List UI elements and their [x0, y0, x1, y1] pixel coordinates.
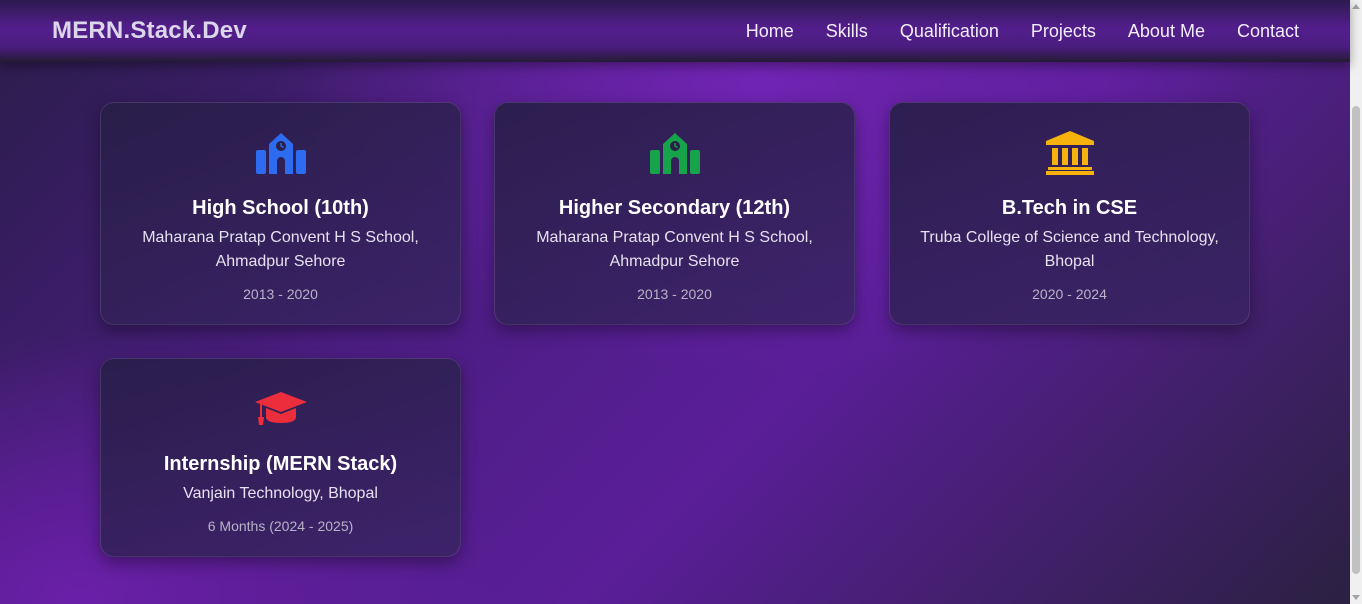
nav-link-qualification[interactable]: Qualification [900, 21, 999, 42]
page-scrollbar[interactable] [1350, 0, 1362, 604]
qualification-title: B.Tech in CSE [1001, 197, 1138, 219]
qualification-institution: Truba College of Science and Technology,… [920, 229, 1219, 270]
qualification-institution: Maharana Pratap Convent H S School, Ahma… [142, 229, 419, 270]
qualification-institution: Vanjain Technology, Bhopal [183, 485, 378, 502]
nav-links: Home Skills Qualification Projects About… [746, 21, 1299, 42]
qualification-card-btech: B.Tech in CSE Truba College of Science a… [889, 102, 1250, 325]
scroll-up-arrow-icon[interactable] [1352, 4, 1360, 9]
qualification-years: 2013 - 2020 [243, 286, 318, 302]
qualification-institution: Maharana Pratap Convent H S School, Ahma… [536, 229, 813, 270]
qualification-card-internship: Internship (MERN Stack) Vanjain Technolo… [100, 358, 461, 557]
qualification-title: Internship (MERN Stack) [163, 453, 398, 475]
nav-link-contact[interactable]: Contact [1237, 21, 1299, 42]
qualification-title: High School (10th) [192, 197, 369, 219]
university-icon [890, 131, 1249, 175]
graduation-cap-icon [101, 387, 460, 431]
school-icon [495, 131, 854, 175]
qualification-card-high-school: High School (10th) Maharana Pratap Conve… [100, 102, 461, 325]
qualification-years: 2013 - 2020 [637, 286, 712, 302]
nav-link-skills[interactable]: Skills [826, 21, 868, 42]
qualification-title: Higher Secondary (12th) [558, 197, 791, 219]
school-icon [101, 131, 460, 175]
navbar: MERN.Stack.Dev Home Skills Qualification… [0, 0, 1350, 62]
nav-link-about-me[interactable]: About Me [1128, 21, 1205, 42]
nav-link-projects[interactable]: Projects [1031, 21, 1096, 42]
scroll-down-arrow-icon[interactable] [1352, 595, 1360, 600]
brand-logo[interactable]: MERN.Stack.Dev [52, 17, 247, 45]
nav-link-home[interactable]: Home [746, 21, 794, 42]
qualification-card-higher-secondary: Higher Secondary (12th) Maharana Pratap … [494, 102, 855, 325]
scrollbar-thumb[interactable] [1352, 106, 1360, 574]
qualification-years: 2020 - 2024 [1032, 286, 1107, 302]
qualification-years: 6 Months (2024 - 2025) [207, 518, 354, 534]
